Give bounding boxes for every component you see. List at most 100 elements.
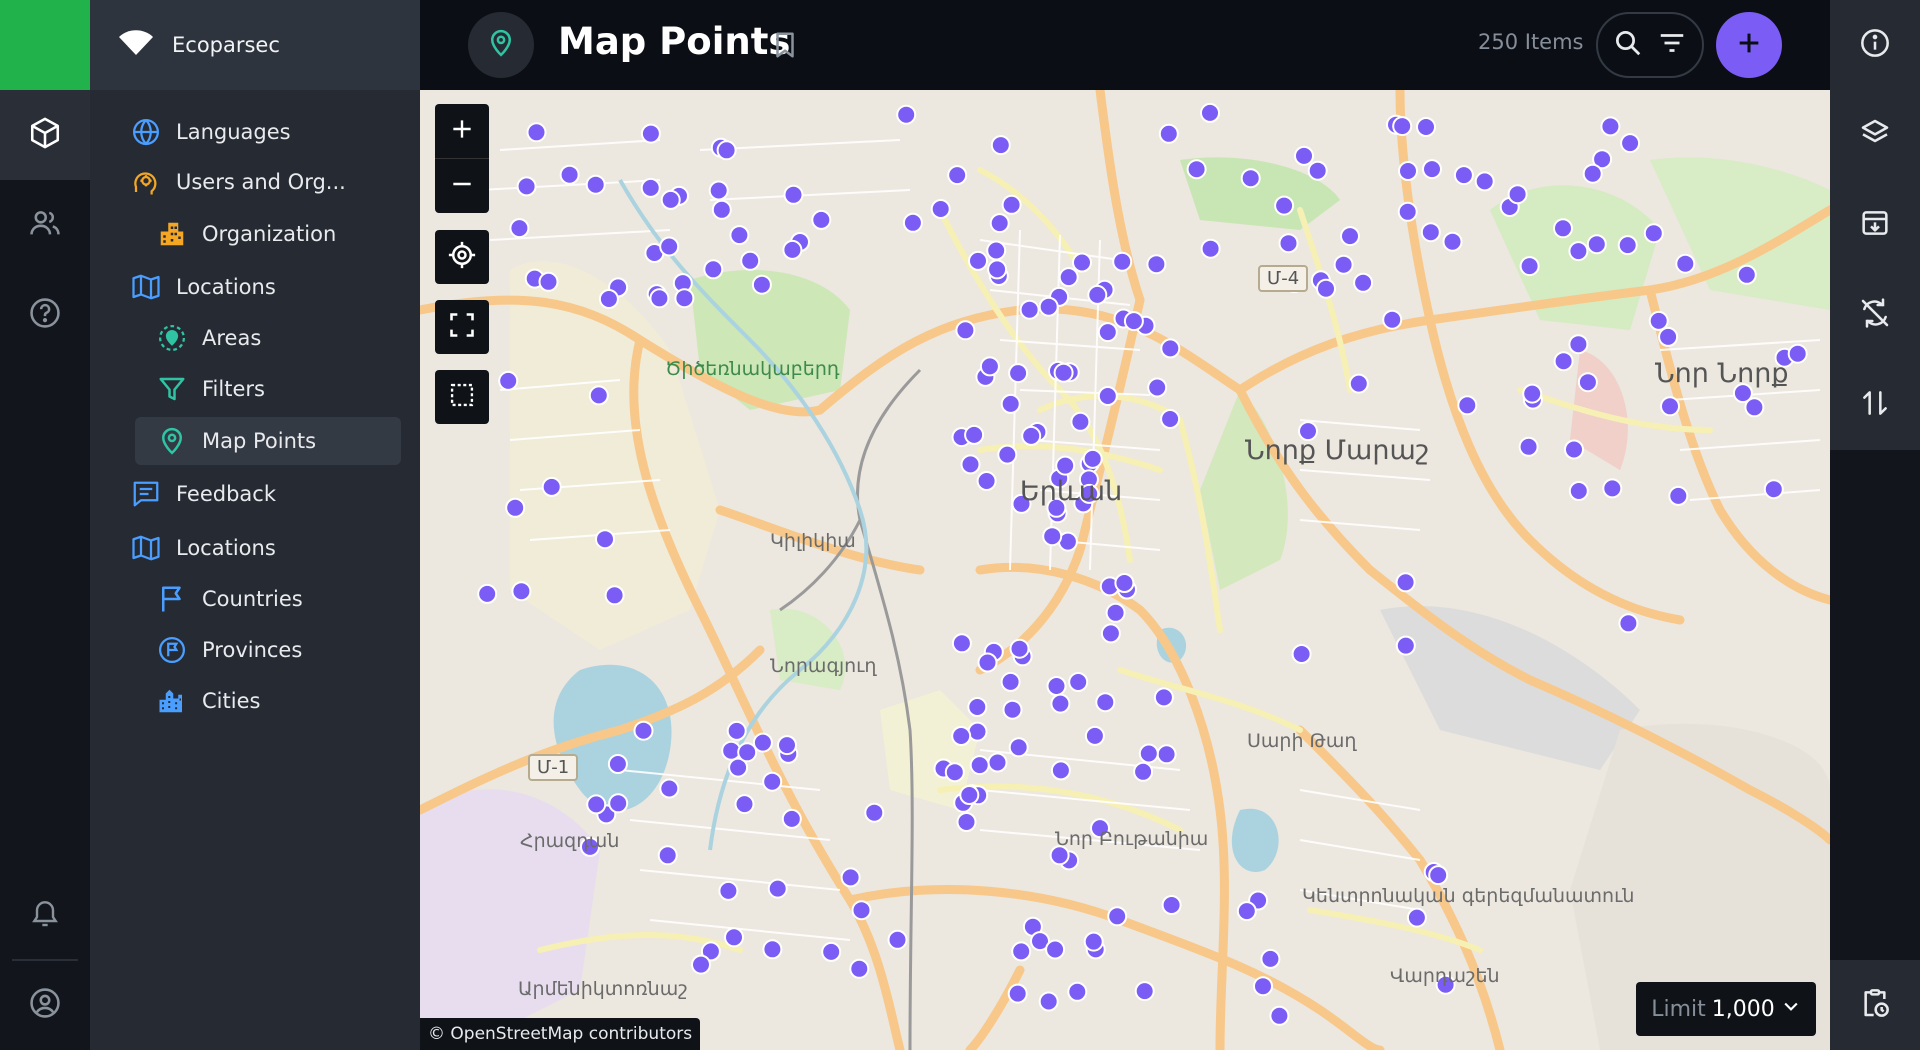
map-point-marker[interactable] [1083,931,1104,952]
map-point-marker[interactable] [1000,393,1021,414]
map-point-marker[interactable] [849,958,870,979]
map-point-marker[interactable] [1186,159,1207,180]
map-point-marker[interactable] [1577,372,1598,393]
sidebar-item-cities[interactable]: Cities [156,677,260,725]
map-point-marker[interactable] [1582,163,1603,184]
map-point-marker[interactable] [516,176,537,197]
sidebar-item-countries[interactable]: Countries [156,575,303,623]
map-point-marker[interactable] [674,288,695,309]
map-point-marker[interactable] [1658,326,1679,347]
map-point-marker[interactable] [1333,254,1354,275]
map-point-marker[interactable] [821,941,842,962]
map-point-marker[interactable] [1787,343,1808,364]
map-point-marker[interactable] [1618,613,1639,634]
sidebar-header[interactable]: Ecoparsec [90,0,420,90]
map-point-marker[interactable] [691,954,711,975]
map-point-marker[interactable] [588,385,609,406]
map-point-marker[interactable] [711,199,732,220]
map-point-marker[interactable] [959,785,980,805]
map-point-marker[interactable] [1643,223,1664,244]
map-point-marker[interactable] [1240,168,1261,189]
map-point-marker[interactable] [1395,572,1416,593]
map-point-marker[interactable] [1146,254,1167,275]
rail-account-button[interactable] [0,960,90,1050]
sidebar-item-locations[interactable]: Locations [130,263,461,311]
map-point-marker[interactable] [1097,386,1118,406]
zoom-out-button[interactable] [435,159,489,213]
brand-block[interactable] [0,0,90,90]
map-point-marker[interactable] [1291,644,1312,664]
map-point-marker[interactable] [477,583,498,604]
map-point-marker[interactable] [633,720,654,741]
map-point-marker[interactable] [811,209,832,230]
map-point-marker[interactable] [1348,373,1369,394]
map-point-marker[interactable] [1660,396,1680,417]
map-point-marker[interactable] [1340,226,1360,247]
map-point-marker[interactable] [1070,411,1091,432]
map-point-marker[interactable] [1021,425,1042,446]
map-point-marker[interactable] [1058,267,1079,288]
map-point-marker[interactable] [1147,377,1168,398]
map-point-marker[interactable] [979,356,1000,377]
sidebar-item-users-and-org[interactable]: Users and Org... [130,158,461,206]
map-point-marker[interactable] [944,762,965,783]
map-point-marker[interactable] [1123,311,1144,332]
map-point-marker[interactable] [607,754,628,774]
map-point-marker[interactable] [586,794,607,815]
map-point-marker[interactable] [1260,948,1281,969]
map-point-marker[interactable] [1072,252,1092,273]
map-point-marker[interactable] [1602,478,1623,499]
map-view[interactable]: Երևան Կիլիկիա Նորագյուղ Նորք Մարաշ Նոր Ն… [420,90,1830,1050]
map-point-marker[interactable] [1158,123,1179,144]
map-point-marker[interactable] [1600,116,1621,137]
map-point-marker[interactable] [1161,895,1182,915]
filter-lines-icon[interactable] [1657,28,1687,62]
map-point-marker[interactable] [737,742,758,763]
map-point-marker[interactable] [840,867,861,888]
search-icon[interactable] [1613,28,1643,62]
map-point-marker[interactable] [1269,1005,1290,1026]
rail-notifications-button[interactable] [0,870,90,960]
map-point-marker[interactable] [509,218,530,239]
map-point-marker[interactable] [1253,976,1273,997]
map-point-marker[interactable] [660,189,681,210]
map-point-marker[interactable] [1002,699,1023,720]
map-point-marker[interactable] [1353,272,1374,293]
map-point-marker[interactable] [1763,479,1784,500]
rail-help-button[interactable] [0,270,90,360]
map-point-marker[interactable] [1107,906,1128,927]
map-point-marker[interactable] [930,199,951,219]
map-point-marker[interactable] [1568,334,1589,355]
map-point-marker[interactable] [1055,455,1076,476]
map-point-marker[interactable] [1518,436,1539,457]
map-point-marker[interactable] [1395,635,1416,656]
map-point-marker[interactable] [762,939,783,960]
sidebar-item-locations-2[interactable]: Locations [130,524,461,572]
map-point-marker[interactable] [1568,241,1589,262]
map-point-marker[interactable] [659,778,680,799]
map-point-marker[interactable] [1133,761,1154,782]
map-point-marker[interactable] [964,424,985,445]
map-point-marker[interactable] [1100,623,1121,644]
info-button[interactable] [1830,0,1920,90]
map-point-marker[interactable] [541,476,562,497]
map-point-marker[interactable] [986,240,1007,261]
map-point-marker[interactable] [1416,117,1436,137]
map-point-marker[interactable] [989,213,1010,234]
map-point-marker[interactable] [716,140,737,161]
map-point-marker[interactable] [1398,161,1418,181]
map-point-marker[interactable] [751,274,772,295]
locate-button[interactable] [435,230,489,284]
map-point-marker[interactable] [1038,991,1059,1012]
map-point-marker[interactable] [947,165,968,186]
map-point-marker[interactable] [987,752,1008,773]
map-point-marker[interactable] [1067,981,1088,1002]
map-point-marker[interactable] [1200,238,1221,259]
map-point-marker[interactable] [1397,201,1418,222]
map-point-marker[interactable] [1274,195,1295,216]
map-point-marker[interactable] [976,471,997,491]
map-point-marker[interactable] [734,794,755,815]
map-point-marker[interactable] [1084,725,1105,746]
map-point-marker[interactable] [526,122,547,143]
sort-button[interactable] [1830,360,1920,450]
